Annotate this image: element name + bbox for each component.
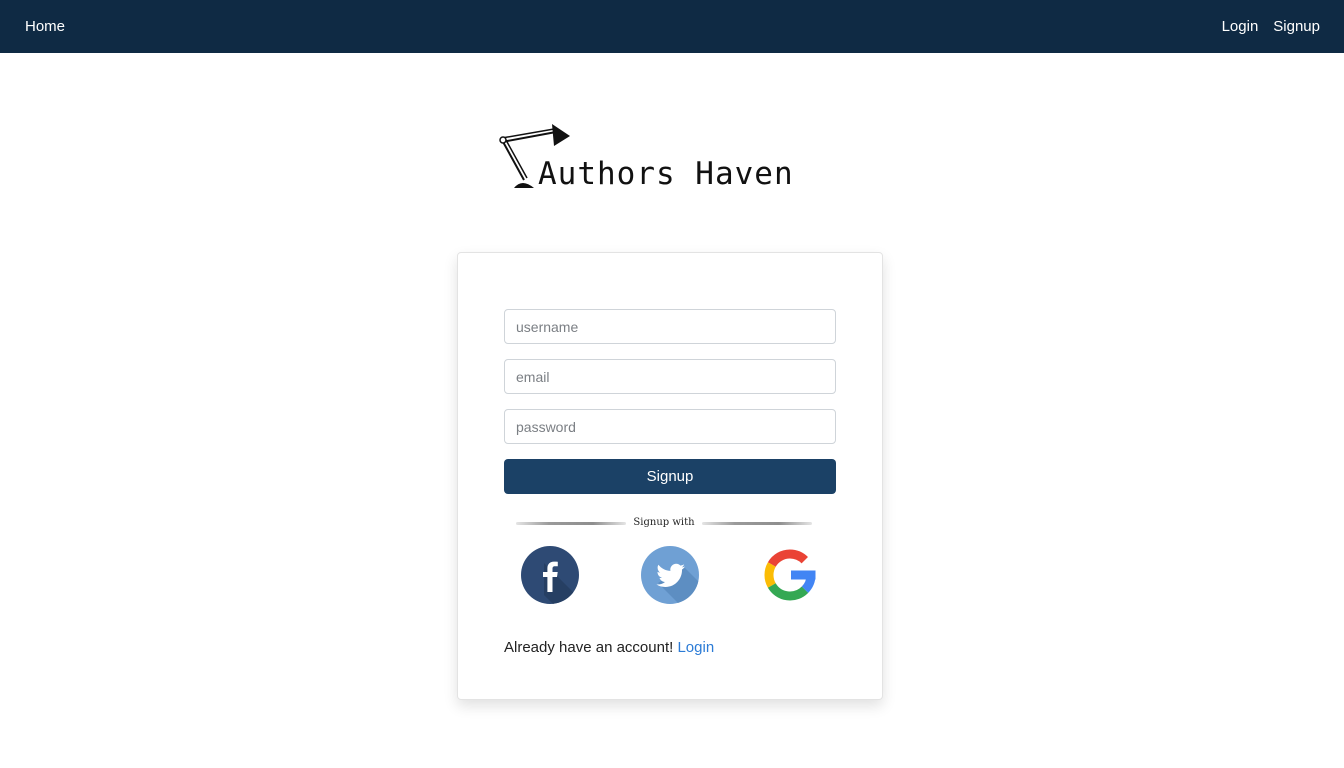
facebook-icon[interactable] <box>520 545 580 605</box>
signup-card: Signup Signup with Alread <box>457 252 883 700</box>
password-input[interactable] <box>504 409 836 444</box>
logo-text: Authors Haven <box>538 156 794 192</box>
divider-line-left <box>516 522 626 525</box>
twitter-icon[interactable] <box>640 545 700 605</box>
signup-button[interactable]: Signup <box>504 459 836 494</box>
divider-line-right <box>702 522 812 525</box>
nav-login-link[interactable]: Login <box>1222 18 1259 35</box>
top-navbar: Home Login Signup <box>0 0 1344 53</box>
nav-right-group: Login Signup <box>1222 18 1320 35</box>
signup-with-divider: Signup with <box>516 515 812 531</box>
already-have-account-text: Already have an account! Login <box>504 639 714 656</box>
login-link[interactable]: Login <box>677 639 714 656</box>
username-input[interactable] <box>504 309 836 344</box>
signup-with-label: Signup with <box>633 517 695 528</box>
nav-signup-link[interactable]: Signup <box>1273 18 1320 35</box>
authors-haven-logo: Authors Haven <box>498 124 818 196</box>
nav-home-link[interactable]: Home <box>25 18 65 35</box>
account-prompt: Already have an account! <box>504 639 678 656</box>
email-input[interactable] <box>504 359 836 394</box>
google-icon[interactable] <box>760 545 820 605</box>
